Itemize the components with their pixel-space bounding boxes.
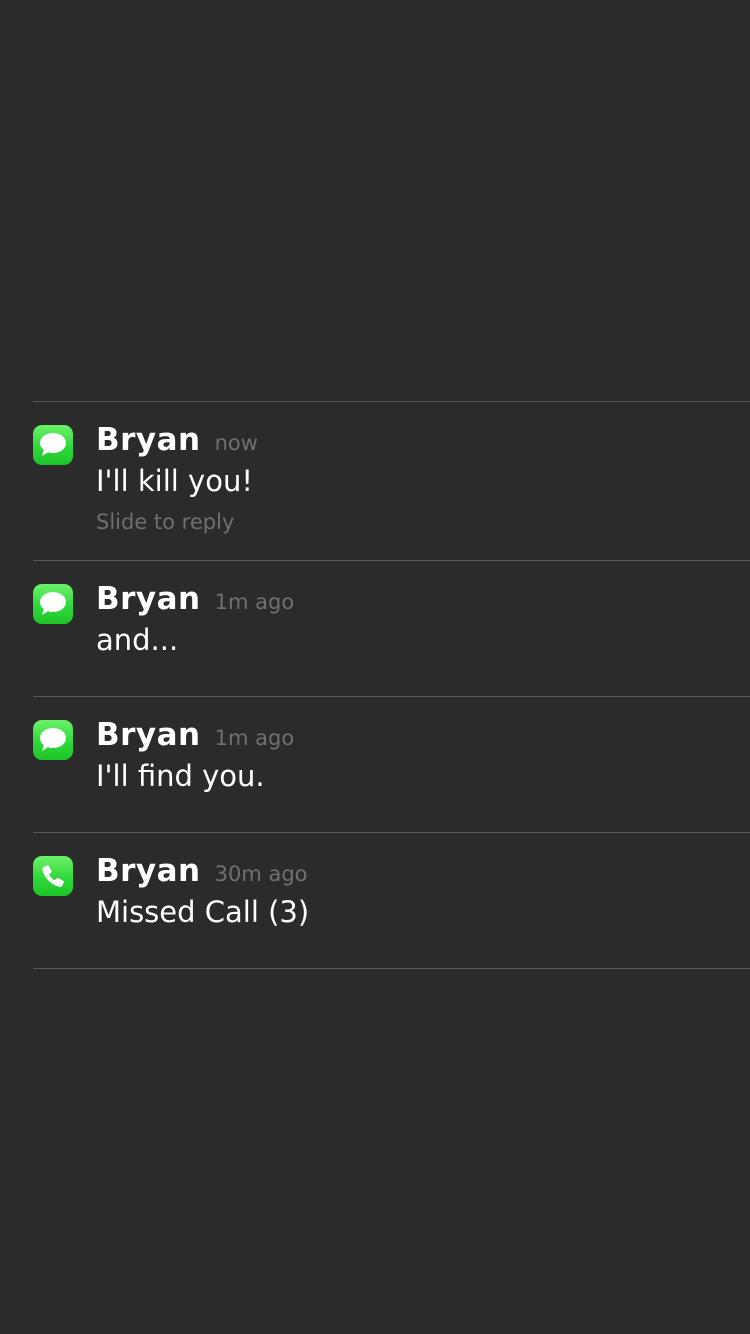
timestamp: now	[214, 431, 258, 455]
sender-name: Bryan	[96, 717, 201, 753]
timestamp: 1m ago	[214, 590, 295, 614]
message-text: I'll find you.	[96, 759, 265, 793]
notification-header: Bryan 1m ago	[96, 717, 294, 757]
notification-list: Bryan now I'll kill you! Slide to reply …	[33, 401, 750, 969]
message-text: Missed Call (3)	[96, 895, 310, 929]
notification-header: Bryan 30m ago	[96, 853, 308, 893]
sender-name: Bryan	[96, 853, 201, 889]
notification-header: Bryan 1m ago	[96, 581, 294, 621]
lock-screen: { "notifications": [ { "app_icon": "mess…	[0, 0, 750, 1334]
message-text: I'll kill you!	[96, 464, 253, 498]
timestamp: 1m ago	[214, 726, 295, 750]
notification-item[interactable]: Bryan 1m ago and...	[33, 561, 750, 697]
slide-to-reply-hint[interactable]: Slide to reply	[96, 510, 234, 534]
messages-icon	[33, 584, 73, 624]
sender-name: Bryan	[96, 422, 201, 458]
phone-icon	[33, 856, 73, 896]
notification-item[interactable]: Bryan 30m ago Missed Call (3)	[33, 833, 750, 969]
notification-item[interactable]: Bryan now I'll kill you! Slide to reply	[33, 402, 750, 561]
sender-name: Bryan	[96, 581, 201, 617]
notification-header: Bryan now	[96, 422, 258, 462]
timestamp: 30m ago	[214, 862, 308, 886]
notification-item[interactable]: Bryan 1m ago I'll find you.	[33, 697, 750, 833]
message-text: and...	[96, 623, 179, 657]
messages-icon	[33, 720, 73, 760]
messages-icon	[33, 425, 73, 465]
